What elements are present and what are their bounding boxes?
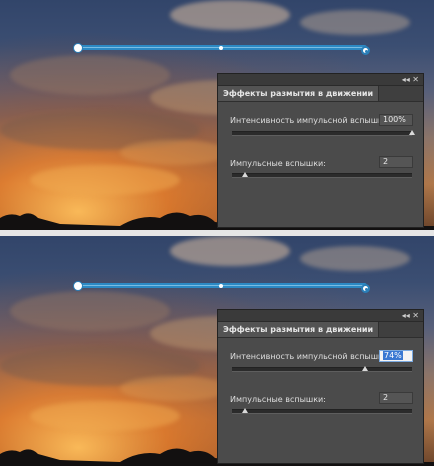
blur-effects-panel: ◂◂ ✕ Эффекты размытия в движении Интенси…	[217, 73, 424, 228]
flashes-slider-thumb[interactable]	[241, 172, 248, 177]
blur-path-start-handle[interactable]	[73, 43, 83, 53]
intensity-slider-thumb[interactable]	[409, 130, 415, 135]
blur-path-line[interactable]	[79, 45, 367, 50]
flashes-input[interactable]: 2	[379, 392, 413, 404]
intensity-label: Интенсивность импульсной вспышки:	[230, 116, 391, 125]
intensity-input-selection: 74%	[383, 351, 403, 360]
intensity-input[interactable]: 100%	[379, 114, 413, 126]
blur-path-end-handle[interactable]	[361, 46, 370, 55]
panel-controls[interactable]: ◂◂ ✕	[402, 74, 419, 85]
flashes-label: Импульсные вспышки:	[230, 395, 326, 404]
flashes-slider-track[interactable]	[232, 173, 412, 178]
intensity-input[interactable]: 74%	[379, 350, 413, 362]
blur-effects-panel: ◂◂ ✕ Эффекты размытия в движении Интенси…	[217, 309, 424, 464]
blur-path-line[interactable]	[79, 283, 367, 288]
flashes-input[interactable]: 2	[379, 156, 413, 168]
blur-path-start-handle[interactable]	[73, 281, 83, 291]
panel-tab-bar: Эффекты размытия в движении	[218, 322, 423, 338]
flashes-label: Импульсные вспышки:	[230, 159, 326, 168]
flashes-slider-track[interactable]	[232, 409, 412, 414]
panel-tab-bar: Эффекты размытия в движении	[218, 86, 423, 102]
blur-path-curve-handle[interactable]	[219, 284, 223, 288]
panel-header-bar: ◂◂ ✕	[218, 310, 423, 322]
blur-path-end-handle[interactable]	[361, 284, 370, 293]
panel-header-bar: ◂◂ ✕	[218, 74, 423, 86]
intensity-label: Интенсивность импульсной вспышки:	[230, 352, 391, 361]
intensity-slider-track[interactable]	[232, 367, 412, 372]
panel-controls[interactable]: ◂◂ ✕	[402, 310, 419, 321]
canvas-top: ◂◂ ✕ Эффекты размытия в движении Интенси…	[0, 0, 434, 230]
canvas-bottom: ◂◂ ✕ Эффекты размытия в движении Интенси…	[0, 236, 434, 466]
intensity-slider-track[interactable]	[232, 131, 412, 136]
intensity-slider-thumb[interactable]	[362, 366, 369, 371]
tab-motion-blur-effects[interactable]: Эффекты размытия в движении	[218, 86, 380, 101]
blur-path-curve-handle[interactable]	[219, 46, 223, 50]
flashes-slider-thumb[interactable]	[241, 408, 248, 413]
tab-motion-blur-effects[interactable]: Эффекты размытия в движении	[218, 322, 380, 337]
